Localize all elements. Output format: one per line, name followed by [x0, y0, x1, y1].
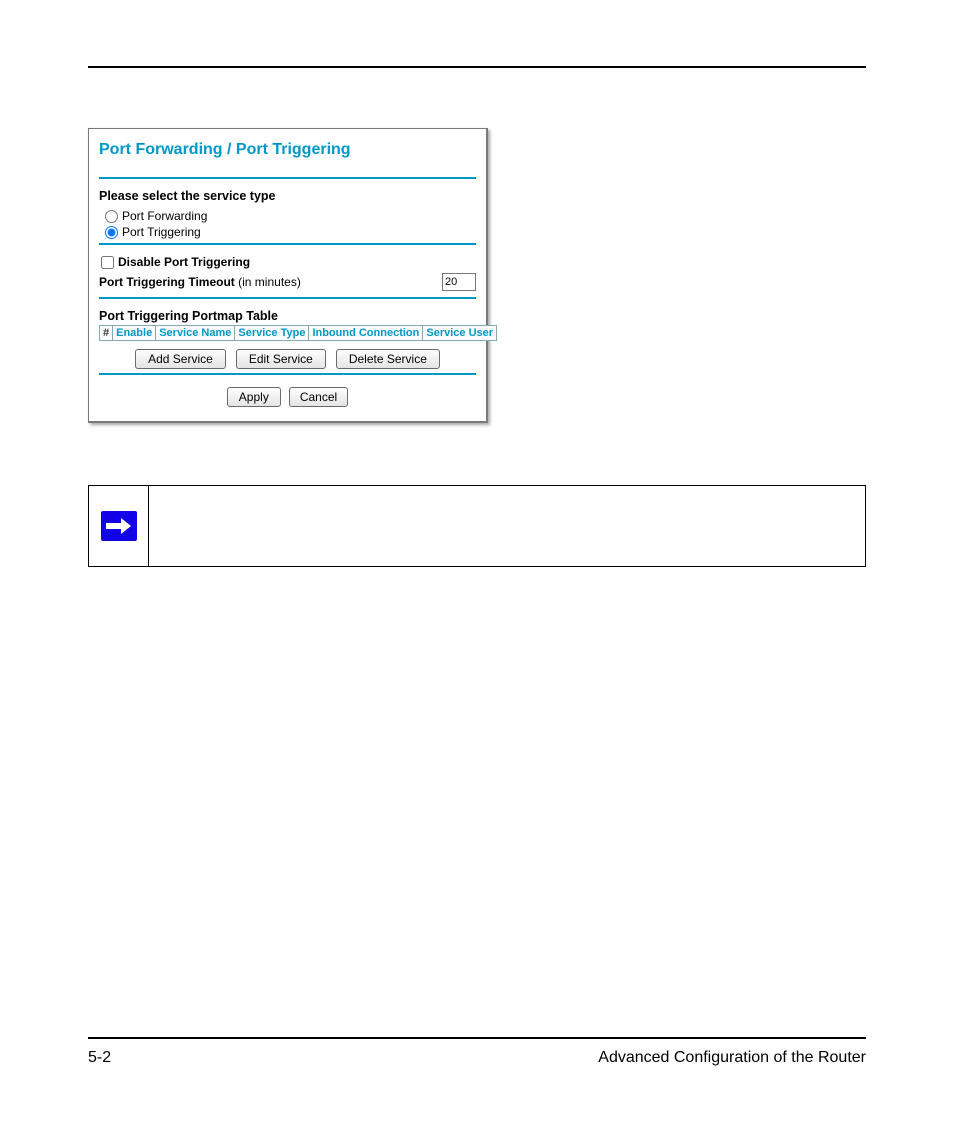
apply-button[interactable]: Apply: [227, 387, 281, 407]
disable-port-triggering-checkbox[interactable]: [101, 256, 114, 269]
disable-port-triggering-label: Disable Port Triggering: [118, 255, 250, 269]
col-service-name: Service Name: [156, 326, 235, 341]
footer-rule: [88, 1037, 866, 1039]
divider: [99, 373, 476, 375]
page-footer: 5-2 Advanced Configuration of the Router: [88, 1037, 866, 1067]
add-service-button[interactable]: Add Service: [135, 349, 226, 369]
disable-port-triggering[interactable]: Disable Port Triggering: [101, 255, 476, 269]
divider: [99, 297, 476, 299]
radio-port-forwarding-input[interactable]: [105, 210, 118, 223]
col-service-user: Service User: [423, 326, 497, 341]
note-content: [149, 486, 865, 566]
port-triggering-panel: Port Forwarding / Port Triggering Please…: [88, 128, 488, 423]
divider: [99, 177, 476, 179]
radio-port-triggering-input[interactable]: [105, 226, 118, 239]
service-type-label: Please select the service type: [99, 189, 476, 203]
footer-title: Advanced Configuration of the Router: [598, 1049, 866, 1067]
radio-port-forwarding[interactable]: Port Forwarding: [105, 209, 476, 223]
edit-service-button[interactable]: Edit Service: [236, 349, 326, 369]
timeout-input[interactable]: [442, 273, 476, 291]
arrow-right-icon: [101, 511, 137, 541]
timeout-row: Port Triggering Timeout (in minutes): [99, 273, 476, 291]
radio-port-triggering-label: Port Triggering: [122, 225, 201, 239]
radio-port-forwarding-label: Port Forwarding: [122, 209, 207, 223]
cancel-button[interactable]: Cancel: [289, 387, 348, 407]
portmap-table: # Enable Service Name Service Type Inbou…: [99, 325, 497, 341]
note-box: [88, 485, 866, 567]
panel-title: Port Forwarding / Port Triggering: [99, 141, 476, 159]
delete-service-button[interactable]: Delete Service: [336, 349, 440, 369]
note-icon-cell: [89, 486, 149, 566]
col-inbound: Inbound Connection: [309, 326, 423, 341]
col-enable: Enable: [113, 326, 156, 341]
portmap-table-label: Port Triggering Portmap Table: [99, 309, 476, 323]
page-number: 5-2: [88, 1049, 111, 1067]
col-num: #: [100, 326, 113, 341]
timeout-label: Port Triggering Timeout (in minutes): [99, 275, 301, 289]
top-rule: [88, 66, 866, 68]
radio-port-triggering[interactable]: Port Triggering: [105, 225, 476, 239]
col-service-type: Service Type: [235, 326, 309, 341]
divider: [99, 243, 476, 245]
